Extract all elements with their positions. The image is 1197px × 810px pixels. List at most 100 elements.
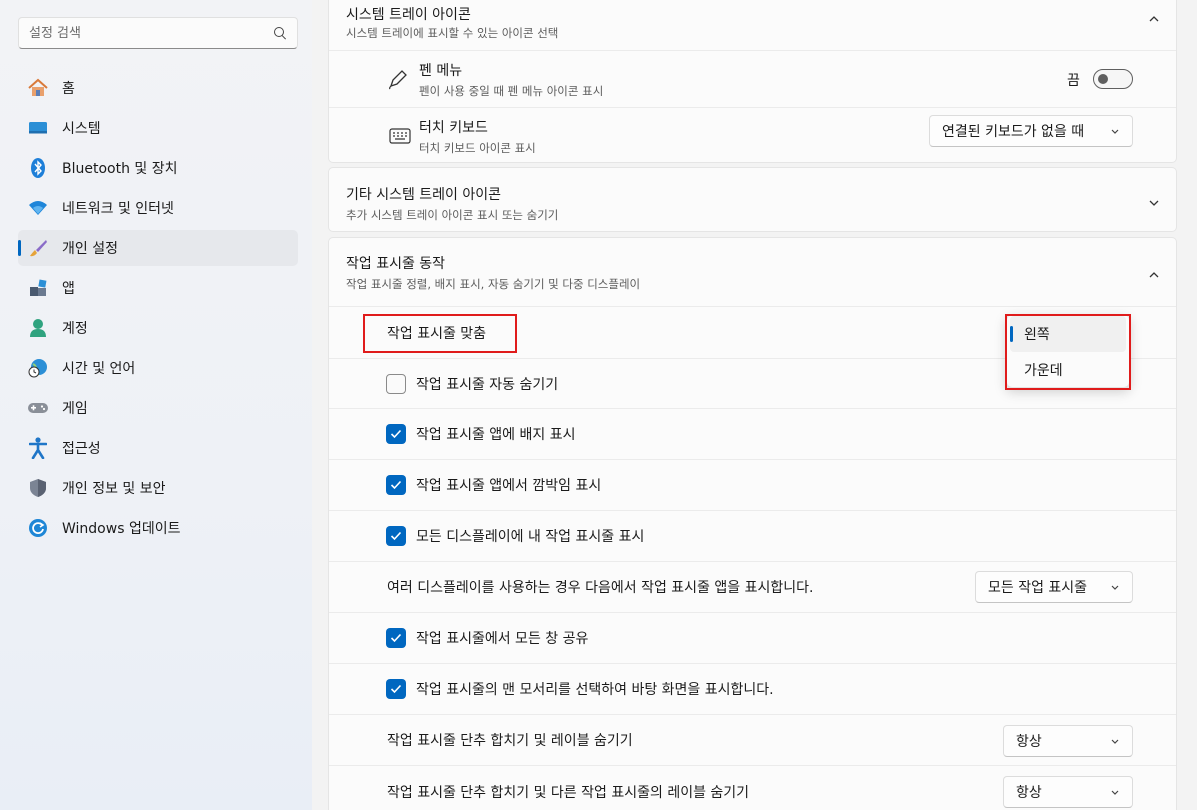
taskbar-behaviors-header[interactable]: 작업 표시줄 동작 작업 표시줄 정렬, 배지 표시, 자동 숨기기 및 다중 … [329,238,1176,306]
checkmark-icon [390,633,402,643]
flashing-checkbox[interactable] [386,475,406,495]
multi-display-row: 여러 디스플레이를 사용하는 경우 다음에서 작업 표시줄 앱을 표시합니다. … [329,561,1176,612]
combine-buttons-value: 항상 [1016,734,1042,750]
touch-keyboard-row: 터치 키보드 터치 키보드 아이콘 표시 연결된 키보드가 없을 때 [329,107,1176,164]
chevron-up-icon[interactable] [1148,266,1159,278]
all-displays-checkbox[interactable] [386,526,406,546]
auto-hide-checkbox[interactable] [386,373,406,394]
apps-icon [27,277,49,299]
corner-desktop-label: 작업 표시줄의 맨 모서리를 선택하여 바탕 화면을 표시합니다. [416,682,774,698]
shield-icon [27,477,49,499]
combine-buttons-label: 작업 표시줄 단추 합치기 및 레이블 숨기기 [387,733,633,749]
share-window-checkbox[interactable] [386,628,406,648]
share-window-label: 작업 표시줄에서 모든 창 공유 [416,631,589,647]
combine-buttons-row: 작업 표시줄 단추 합치기 및 레이블 숨기기 항상 [329,714,1176,765]
sidebar-item-label: 시스템 [62,121,101,137]
tray-icons-title: 시스템 트레이 아이콘 [346,7,471,23]
sidebar-item-label: 계정 [62,321,88,337]
other-tray-title: 기타 시스템 트레이 아이콘 [346,187,502,203]
auto-hide-label: 작업 표시줄 자동 숨기기 [416,376,559,393]
nav-list: 홈 시스템 Bluetooth 및 장치 네트워크 및 인터넷 개인 설정 앱 … [18,70,298,550]
chevron-down-icon[interactable] [1148,194,1159,206]
sidebar-item-label: 게임 [62,401,88,417]
badges-row[interactable]: 작업 표시줄 앱에 배지 표시 [329,408,1176,459]
sidebar-item-label: 앱 [62,281,75,297]
brush-icon [27,237,49,259]
sidebar-item-windows-update[interactable]: Windows 업데이트 [18,510,298,546]
pen-menu-title: 펜 메뉴 [419,62,463,79]
gamepad-icon [27,397,49,419]
multi-display-dropdown[interactable]: 모든 작업 표시줄 [975,571,1133,603]
chevron-down-icon [1100,126,1120,136]
sidebar-item-bluetooth[interactable]: Bluetooth 및 장치 [18,150,298,186]
chevron-up-icon[interactable] [1148,10,1159,22]
tray-icons-header[interactable]: 시스템 트레이 아이콘 시스템 트레이에 표시할 수 있는 아이콘 선택 [329,0,1176,50]
system-icon [27,117,49,139]
checkmark-icon [390,531,402,541]
keyboard-icon [389,128,411,148]
flashing-label: 작업 표시줄 앱에서 깜박임 표시 [416,478,602,494]
checkmark-icon [390,480,402,490]
sidebar-item-home[interactable]: 홈 [18,70,298,106]
search-box[interactable] [18,17,298,49]
sidebar-item-time-language[interactable]: 시간 및 언어 [18,350,298,386]
chevron-down-icon [1100,736,1120,746]
corner-desktop-checkbox[interactable] [386,679,406,699]
sidebar-item-accounts[interactable]: 계정 [18,310,298,346]
update-icon [27,517,49,539]
sidebar-item-label: 시간 및 언어 [62,361,136,377]
touch-keyboard-value: 연결된 키보드가 없을 때 [942,124,1085,140]
pen-toggle-label: 끔 [1067,73,1080,89]
pen-menu-toggle[interactable] [1093,69,1133,89]
sidebar-item-apps[interactable]: 앱 [18,270,298,306]
badges-checkbox[interactable] [386,424,406,444]
checkmark-icon [390,429,402,439]
flashing-row[interactable]: 작업 표시줄 앱에서 깜박임 표시 [329,459,1176,510]
combine-other-value: 항상 [1016,785,1042,801]
checkmark-icon [390,684,402,694]
pen-menu-row: 펜 메뉴 펜이 사용 중일 때 펜 메뉴 아이콘 표시 끔 [329,50,1176,107]
corner-desktop-row[interactable]: 작업 표시줄의 맨 모서리를 선택하여 바탕 화면을 표시합니다. [329,663,1176,714]
sidebar-item-label: Windows 업데이트 [62,521,181,537]
sidebar-item-label: 개인 설정 [62,241,118,257]
wifi-icon [27,197,49,219]
sidebar-item-network[interactable]: 네트워크 및 인터넷 [18,190,298,226]
touch-keyboard-title: 터치 키보드 [419,119,488,136]
account-icon [27,317,49,339]
sidebar-item-accessibility[interactable]: 접근성 [18,430,298,466]
sidebar-item-personalization[interactable]: 개인 설정 [18,230,298,266]
other-tray-subtitle: 추가 시스템 트레이 아이콘 표시 또는 숨기기 [346,208,559,222]
share-window-row[interactable]: 작업 표시줄에서 모든 창 공유 [329,612,1176,663]
other-tray-icons-card[interactable]: 기타 시스템 트레이 아이콘 추가 시스템 트레이 아이콘 표시 또는 숨기기 [328,167,1177,232]
sidebar-item-gaming[interactable]: 게임 [18,390,298,426]
combine-buttons-dropdown[interactable]: 항상 [1003,725,1133,757]
bluetooth-icon [27,157,49,179]
main-content: 시스템 트레이 아이콘 시스템 트레이에 표시할 수 있는 아이콘 선택 펜 메… [328,0,1178,810]
sidebar: 홈 시스템 Bluetooth 및 장치 네트워크 및 인터넷 개인 설정 [0,0,312,810]
combine-other-row: 작업 표시줄 단추 합치기 및 다른 작업 표시줄의 레이블 숨기기 항상 [329,765,1176,810]
taskbar-behaviors-subtitle: 작업 표시줄 정렬, 배지 표시, 자동 숨기기 및 다중 디스플레이 [346,276,641,291]
sidebar-item-label: 접근성 [62,441,101,457]
chevron-down-icon [1100,582,1120,592]
combine-other-dropdown[interactable]: 항상 [1003,776,1133,808]
search-icon[interactable] [273,26,287,40]
sidebar-item-label: 네트워크 및 인터넷 [62,201,174,217]
touch-keyboard-subtitle: 터치 키보드 아이콘 표시 [419,140,536,155]
search-input[interactable] [29,25,273,41]
all-displays-row[interactable]: 모든 디스플레이에 내 작업 표시줄 표시 [329,510,1176,561]
touch-keyboard-dropdown[interactable]: 연결된 키보드가 없을 때 [929,115,1133,147]
taskbar-behaviors-title: 작업 표시줄 동작 [346,255,446,272]
multi-display-label: 여러 디스플레이를 사용하는 경우 다음에서 작업 표시줄 앱을 표시합니다. [387,580,814,596]
sidebar-item-system[interactable]: 시스템 [18,110,298,146]
pen-icon [387,68,409,94]
all-displays-label: 모든 디스플레이에 내 작업 표시줄 표시 [416,529,645,545]
sidebar-item-label: Bluetooth 및 장치 [62,161,178,177]
sidebar-item-label: 개인 정보 및 보안 [62,481,166,497]
alignment-label-highlight [363,314,517,353]
badges-label: 작업 표시줄 앱에 배지 표시 [416,427,576,443]
globe-clock-icon [27,357,49,379]
sidebar-item-privacy[interactable]: 개인 정보 및 보안 [18,470,298,506]
accessibility-icon [27,437,49,459]
home-icon [27,77,49,99]
alignment-popup-highlight [1005,314,1131,390]
